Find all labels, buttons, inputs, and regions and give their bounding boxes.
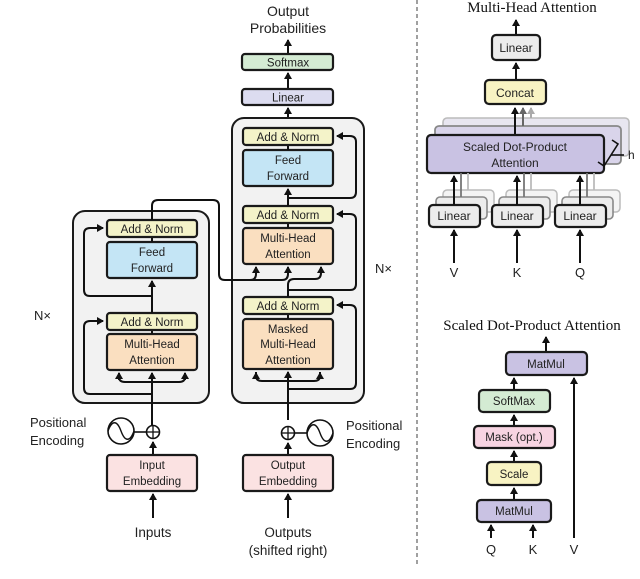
sdpa-title: Scaled Dot-Product Attention — [443, 318, 621, 334]
sdpa-mask-label: Mask (opt.) — [485, 432, 543, 444]
output-embedding-block: Output Embedding — [241, 453, 335, 493]
linear-q-stack: Linear Q — [553, 173, 621, 280]
sdpa-matmul-bottom-label: MatMul — [495, 506, 533, 518]
encoder-stack: Add & Norm Feed Forward Add & Norm Multi… — [34, 210, 210, 425]
mh-input-q-label: Q — [575, 265, 585, 280]
multi-head-attention-diagram: Multi-Head Attention Linear Concat Scale… — [425, 0, 635, 280]
mh-linear-q-label: Linear — [563, 209, 596, 223]
decoder-add-norm-3-label: Add & Norm — [257, 132, 320, 144]
output-probabilities-label-2: Probabilities — [250, 20, 326, 36]
mh-sdpa-label-1: Scaled Dot-Product — [463, 140, 568, 154]
h-label: h — [628, 148, 635, 162]
mh-linear-v-label: Linear — [437, 209, 470, 223]
outputs-label-2: (shifted right) — [249, 543, 328, 558]
encoder-add-norm-1-label: Add & Norm — [121, 317, 184, 329]
outputs-label-1: Outputs — [264, 525, 312, 540]
mh-concat-label: Concat — [496, 86, 535, 100]
decoder-add-norm-2-label: Add & Norm — [257, 210, 320, 222]
inputs-label: Inputs — [135, 525, 172, 540]
input-embedding-label-1: Input — [139, 460, 165, 472]
mh-sdpa-label-2: Attention — [491, 156, 538, 170]
encoder-add-norm-2-label: Add & Norm — [121, 224, 184, 236]
pos-enc-right-label-1: Positional — [346, 418, 402, 433]
decoder-masked-label-2: Multi-Head — [260, 339, 316, 351]
positional-encoding-right: Positional Encoding — [280, 418, 402, 451]
mh-linear-k-label: Linear — [500, 209, 533, 223]
mh-input-v-label: V — [450, 265, 459, 280]
decoder-ff-label-1: Feed — [275, 155, 301, 167]
softmax-label: Softmax — [267, 58, 309, 70]
linear-block: Linear — [240, 87, 335, 107]
transformer-diagram: Output Probabilities Softmax Linear Add … — [30, 0, 635, 565]
input-embedding-label-2: Embedding — [123, 476, 181, 488]
decoder-nx-label: N× — [375, 261, 392, 276]
sdpa-matmul-top-label: MatMul — [527, 359, 565, 371]
sdpa-input-q-label: Q — [486, 542, 496, 557]
pos-enc-left-label-1: Positional — [30, 415, 86, 430]
decoder-mha-label-1: Multi-Head — [260, 233, 316, 245]
decoder-mha-label-2: Attention — [265, 249, 310, 261]
output-embedding-label-2: Embedding — [259, 476, 317, 488]
output-probabilities-label: Output — [267, 3, 309, 19]
linear-k-stack: Linear K — [490, 173, 558, 280]
pos-enc-right-label-2: Encoding — [346, 436, 400, 451]
decoder-masked-label-1: Masked — [268, 324, 308, 336]
input-embedding-block: Input Embedding — [105, 453, 199, 493]
sdpa-input-v-label: V — [570, 542, 579, 557]
output-embedding-label-1: Output — [271, 460, 306, 472]
linear-v-stack: Linear V — [427, 173, 495, 280]
encoder-mha-label-2: Attention — [129, 355, 174, 367]
multi-head-title: Multi-Head Attention — [467, 0, 597, 16]
encoder-ff-label-2: Forward — [131, 263, 173, 275]
scaled-dot-product-diagram: Scaled Dot-Product Attention MatMul Soft… — [443, 318, 621, 557]
encoder-nx-label: N× — [34, 308, 51, 323]
transformer-architecture: Output Probabilities Softmax Linear Add … — [30, 3, 402, 558]
decoder-masked-label-3: Attention — [265, 355, 310, 367]
sdpa-scale-label: Scale — [500, 469, 529, 481]
mh-linear-label: Linear — [499, 41, 532, 55]
pos-enc-left-label-2: Encoding — [30, 433, 84, 448]
mh-input-k-label: K — [513, 265, 522, 280]
sdpa-softmax-label: SoftMax — [493, 396, 535, 408]
sdpa-input-k-label: K — [529, 542, 538, 557]
linear-label: Linear — [272, 93, 304, 105]
encoder-outer-box — [72, 210, 210, 404]
decoder-add-norm-1-label: Add & Norm — [257, 301, 320, 313]
positional-encoding-left: Positional Encoding — [30, 415, 161, 448]
encoder-mha-label-1: Multi-Head — [124, 339, 180, 351]
encoder-ff-label-1: Feed — [139, 247, 165, 259]
softmax-block: Softmax — [240, 52, 335, 72]
decoder-ff-label-2: Forward — [267, 171, 309, 183]
